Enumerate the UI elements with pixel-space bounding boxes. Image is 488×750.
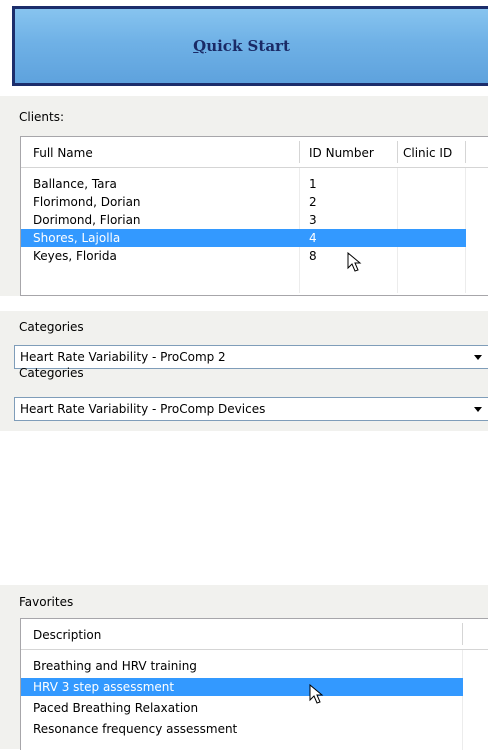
quick-start-button[interactable]: Quick Start bbox=[12, 6, 488, 86]
favorite-description: Paced Breathing Relaxation bbox=[33, 701, 199, 715]
categories-title-2: Categories bbox=[19, 366, 84, 380]
favorite-description: HRV 3 step assessment bbox=[33, 680, 175, 694]
favorite-description: Breathing and HRV training bbox=[33, 659, 197, 673]
column-header-clinic-id[interactable]: Clinic ID bbox=[403, 137, 452, 167]
quick-start-label-rest: uick Start bbox=[206, 37, 290, 55]
chevron-down-icon[interactable] bbox=[474, 407, 482, 412]
client-name: Shores, Lajolla bbox=[33, 231, 121, 245]
favorites-table[interactable]: Description Breathing and HRV training H… bbox=[20, 618, 488, 750]
client-id: 1 bbox=[309, 177, 317, 191]
arrow-pointer-icon bbox=[347, 252, 362, 272]
favorite-description: Resonance frequency assessment bbox=[33, 722, 238, 736]
list-item[interactable]: Resonance frequency assessment bbox=[21, 720, 488, 738]
table-row[interactable]: Ballance, Tara 1 bbox=[21, 175, 488, 193]
categories-select-1[interactable]: Heart Rate Variability - ProComp 2 bbox=[14, 345, 488, 369]
client-name: Florimond, Dorian bbox=[33, 195, 141, 209]
categories-title-1: Categories bbox=[19, 320, 84, 334]
arrow-pointer-icon bbox=[309, 684, 324, 704]
column-header-full-name[interactable]: Full Name bbox=[33, 137, 93, 167]
quick-start-label: Quick Start bbox=[193, 37, 290, 55]
table-row[interactable]: Dorimond, Florian 3 bbox=[21, 211, 488, 229]
categories-select-2-value: Heart Rate Variability - ProComp Devices bbox=[20, 402, 266, 416]
list-item-selected[interactable]: HRV 3 step assessment bbox=[21, 678, 463, 696]
client-id: 4 bbox=[309, 231, 317, 245]
list-item[interactable]: Paced Breathing Relaxation bbox=[21, 699, 488, 717]
categories-select-1-value: Heart Rate Variability - ProComp 2 bbox=[20, 350, 226, 364]
favorites-title: Favorites bbox=[19, 595, 74, 609]
client-id: 8 bbox=[309, 249, 317, 263]
clients-table[interactable]: Full Name ID Number Clinic ID Ballance, … bbox=[20, 136, 488, 296]
client-name: Dorimond, Florian bbox=[33, 213, 141, 227]
categories-select-2[interactable]: Heart Rate Variability - ProComp Devices bbox=[14, 397, 488, 421]
column-header-id-number[interactable]: ID Number bbox=[309, 137, 374, 167]
client-id: 3 bbox=[309, 213, 317, 227]
table-row-selected[interactable]: Shores, Lajolla 4 bbox=[21, 229, 466, 247]
client-name: Ballance, Tara bbox=[33, 177, 117, 191]
quick-start-accesskey: Q bbox=[193, 37, 207, 55]
chevron-down-icon[interactable] bbox=[474, 355, 482, 360]
client-name: Keyes, Florida bbox=[33, 249, 117, 263]
table-row[interactable]: Florimond, Dorian 2 bbox=[21, 193, 488, 211]
favorites-table-header: Description bbox=[21, 619, 488, 650]
clients-title: Clients: bbox=[19, 110, 65, 124]
client-id: 2 bbox=[309, 195, 317, 209]
table-row[interactable]: Keyes, Florida 8 bbox=[21, 247, 488, 265]
list-item[interactable]: Breathing and HRV training bbox=[21, 657, 488, 675]
column-header-description[interactable]: Description bbox=[33, 619, 101, 649]
clients-table-header: Full Name ID Number Clinic ID bbox=[21, 137, 488, 168]
